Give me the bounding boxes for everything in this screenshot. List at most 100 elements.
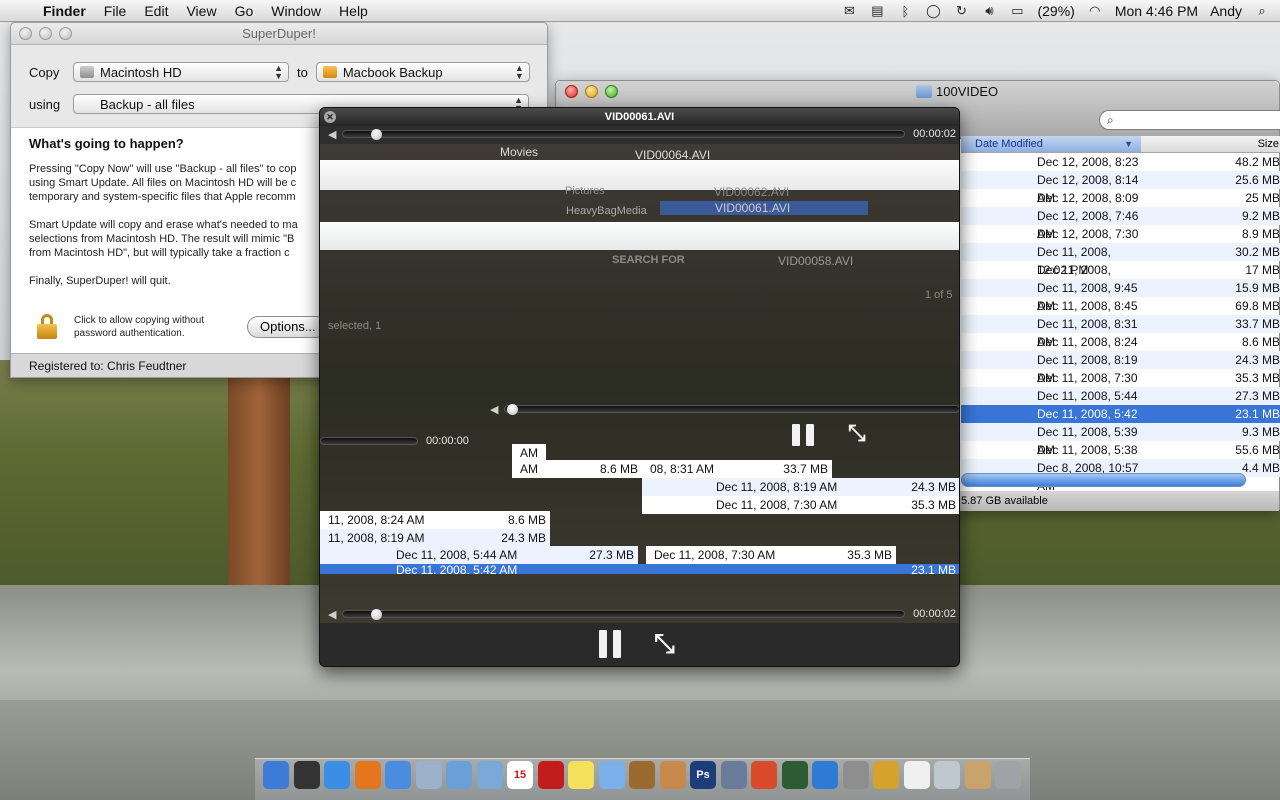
source-popup[interactable]: Macintosh HD ▲ ▼ xyxy=(73,62,289,82)
address-icon[interactable] xyxy=(659,761,686,789)
file-row[interactable]: Dec 11, 2008, 12:02 PM 30.2 MB xyxy=(961,243,1280,277)
file-date: Dec 11, 2008, 10:06 AM xyxy=(1037,263,1111,295)
textedit-icon[interactable] xyxy=(903,761,930,789)
options-button[interactable]: Options... xyxy=(247,316,327,338)
file-row[interactable]: Dec 12, 2008, 7:46 AM 9.2 MB xyxy=(961,207,1280,241)
file-row[interactable]: Dec 11, 2008, 10:06 AM 17 MB xyxy=(961,261,1280,295)
menu-app-name[interactable]: Finder xyxy=(34,3,95,19)
ical-icon[interactable]: 15 xyxy=(507,761,533,789)
file-row[interactable]: Dec 11, 2008, 9:45 AM 15.9 MB xyxy=(961,279,1280,313)
file-row[interactable]: Dec 12, 2008, 8:14 AM 25.6 MB xyxy=(961,171,1280,205)
menu-user[interactable]: Andy xyxy=(1210,3,1242,19)
minimize-button[interactable] xyxy=(585,85,598,98)
file-size: 15.9 MB xyxy=(1235,281,1280,295)
close-icon[interactable]: ✕ xyxy=(324,111,336,123)
iphoto-icon[interactable] xyxy=(446,761,472,789)
scrubber-bottom: ◀ 00:00:02 xyxy=(328,607,956,621)
battery-percent[interactable]: (29%) xyxy=(1037,3,1074,19)
menu-go[interactable]: Go xyxy=(226,3,263,19)
chat-icon[interactable]: ◯ xyxy=(925,3,941,18)
scrub-knob[interactable] xyxy=(507,404,518,415)
pause-button[interactable] xyxy=(599,630,621,658)
sysprefs-icon[interactable] xyxy=(842,761,869,789)
minimize-button[interactable] xyxy=(39,27,52,40)
file-size: 9.3 MB xyxy=(1241,425,1280,439)
file-row[interactable]: Dec 11, 2008, 8:45 AM 69.8 MB xyxy=(961,297,1280,331)
quicktime-titlebar[interactable]: ✕ VID00061.AVI xyxy=(320,108,959,126)
scrollbar[interactable] xyxy=(961,473,1246,487)
search-field[interactable]: ⌕ xyxy=(1099,110,1280,130)
lock-icon[interactable] xyxy=(37,314,57,340)
scrub-track[interactable] xyxy=(342,609,906,620)
activity-icon[interactable] xyxy=(781,761,808,789)
fullscreen-icon[interactable]: ⤡ xyxy=(848,420,866,446)
file-row[interactable]: Dec 11, 2008, 8:24 AM 8.6 MB xyxy=(961,333,1280,367)
scrub-knob[interactable] xyxy=(371,129,382,140)
file-row[interactable]: Dec 11, 2008, 5:39 AM 9.3 MB xyxy=(961,423,1280,457)
firefox-icon[interactable] xyxy=(354,761,381,789)
file-row[interactable]: Dec 11, 2008, 5:44 AM 27.3 MB xyxy=(961,387,1280,421)
preview-icon[interactable] xyxy=(476,761,503,789)
close-button[interactable] xyxy=(565,85,578,98)
column-size[interactable]: Size xyxy=(1141,136,1280,152)
preview2-icon[interactable] xyxy=(934,761,960,789)
menu-file[interactable]: File xyxy=(95,3,136,19)
screen-icon[interactable]: ▤ xyxy=(869,3,885,18)
superduper-titlebar[interactable]: SuperDuper! xyxy=(11,23,547,45)
spotlight-icon[interactable]: ⌕ xyxy=(1254,3,1270,18)
wifi-icon[interactable]: ◠ xyxy=(1087,3,1103,18)
volume-icon[interactable]: ◀ xyxy=(328,608,342,621)
column-date-modified[interactable]: Date Modified ▼ xyxy=(961,136,1141,152)
paw-icon[interactable] xyxy=(629,761,655,789)
scrub-track[interactable] xyxy=(342,129,906,140)
pause-button-ghost[interactable] xyxy=(792,424,814,446)
sync-icon[interactable]: ↻ xyxy=(953,3,969,18)
file-row[interactable]: Dec 12, 2008, 8:09 AM 25 MB xyxy=(961,189,1280,223)
zoom-button[interactable] xyxy=(605,85,618,98)
menu-view[interactable]: View xyxy=(177,3,225,19)
camino-icon[interactable] xyxy=(873,761,899,789)
mail-icon[interactable]: ✉ xyxy=(841,3,857,18)
scrub-knob[interactable] xyxy=(371,609,382,620)
ichat-icon[interactable] xyxy=(385,761,411,789)
volume-icon[interactable]: ◀ xyxy=(490,403,504,416)
description-line: from Macintosh HD", but will typically t… xyxy=(29,247,290,259)
itunes-icon[interactable] xyxy=(598,761,625,789)
file-size: 35.3 MB xyxy=(1235,371,1280,385)
destination-popup[interactable]: Macbook Backup ▲ ▼ xyxy=(315,62,530,82)
file-row-selected[interactable]: Dec 11, 2008, 5:42 AM 23.1 MB xyxy=(961,405,1280,439)
mail-icon[interactable] xyxy=(415,761,442,789)
battery-icon[interactable]: ▭ xyxy=(1009,3,1025,18)
trash-icon[interactable] xyxy=(995,761,1021,789)
hard-disk-icon xyxy=(80,66,94,78)
scrub-track[interactable] xyxy=(504,404,959,415)
photoshop-icon[interactable]: Ps xyxy=(690,761,716,789)
volume-icon[interactable]: 🔊︎ xyxy=(981,3,997,18)
flashcards-icon[interactable] xyxy=(537,761,564,789)
file-row[interactable]: Dec 11, 2008, 5:38 AM 55.6 MB xyxy=(961,441,1280,475)
utility-icon[interactable] xyxy=(720,761,747,789)
safari-icon[interactable] xyxy=(324,761,350,789)
close-button[interactable] xyxy=(19,27,32,40)
colorsync-icon[interactable] xyxy=(751,761,777,789)
menu-clock[interactable]: Mon 4:46 PM xyxy=(1115,3,1198,19)
file-row[interactable]: Dec 12, 2008, 7:30 AM 8.9 MB xyxy=(961,225,1280,259)
dashboard-icon[interactable] xyxy=(293,761,320,789)
file-row[interactable]: Dec 11, 2008, 8:19 AM 24.3 MB xyxy=(961,351,1280,385)
menu-edit[interactable]: Edit xyxy=(135,3,177,19)
file-date: Dec 11, 2008, 9:45 AM xyxy=(1037,281,1138,313)
finder-icon[interactable] xyxy=(263,761,289,789)
docs-icon[interactable] xyxy=(964,761,991,789)
bluetooth-icon[interactable]: ᛒ xyxy=(897,4,913,19)
menu-window[interactable]: Window xyxy=(262,3,330,19)
menu-help[interactable]: Help xyxy=(330,3,377,19)
fullscreen-icon[interactable]: ⤡ xyxy=(654,628,675,660)
volume-icon[interactable]: ◀ xyxy=(328,128,342,141)
stickies-icon[interactable] xyxy=(568,761,594,789)
file-row[interactable]: Dec 11, 2008, 8:31 AM 33.7 MB xyxy=(961,315,1280,349)
file-row[interactable]: Dec 11, 2008, 7:30 AM 35.3 MB xyxy=(961,369,1280,403)
description-line: Smart Update will copy and erase what's … xyxy=(29,219,298,231)
quicktime-icon[interactable] xyxy=(812,761,838,789)
file-row[interactable]: Dec 12, 2008, 8:23 AM 48.2 MB xyxy=(961,153,1280,187)
zoom-button[interactable] xyxy=(59,27,72,40)
